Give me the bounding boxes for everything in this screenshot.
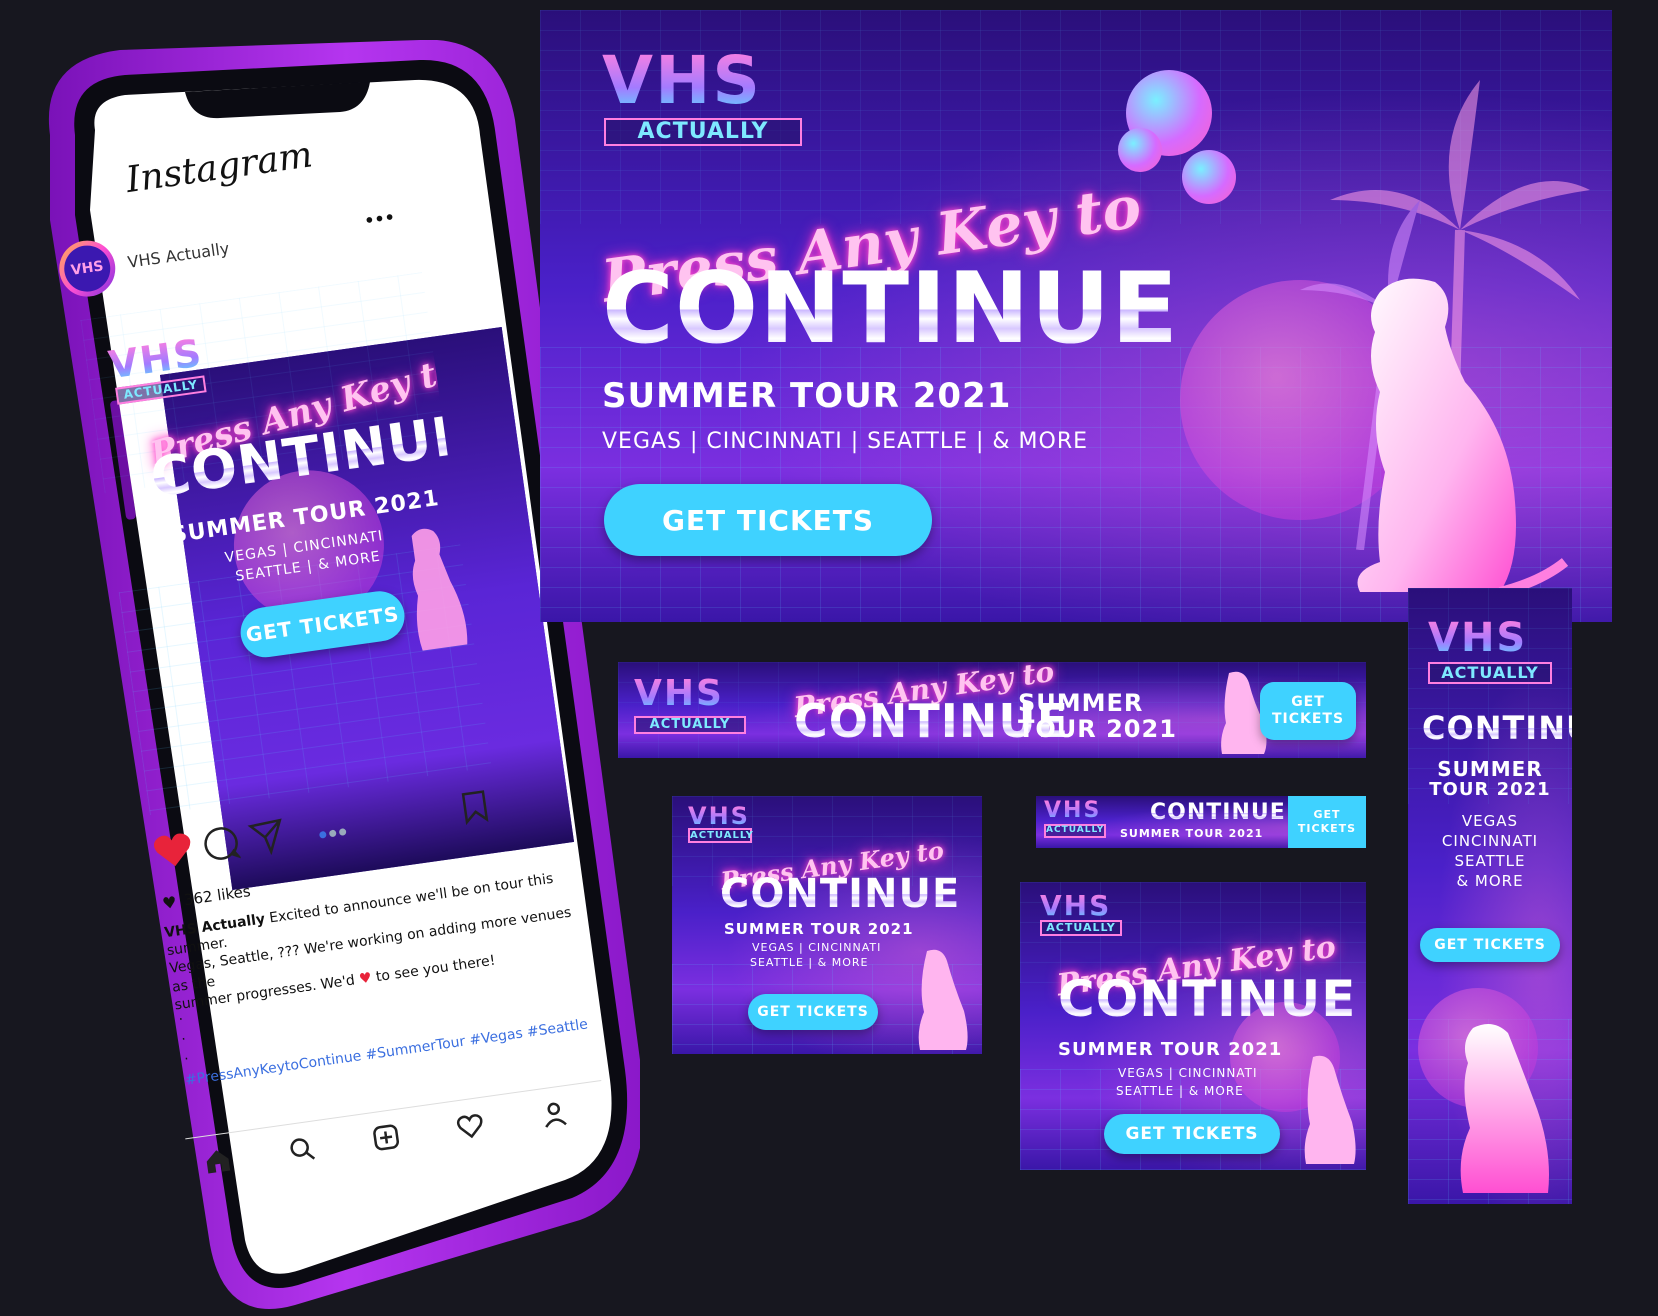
carousel-dot: [338, 828, 347, 836]
skyscraper-logo-vhs: VHS: [1428, 615, 1528, 661]
skyscraper-city-3: SEATTLE: [1454, 852, 1526, 870]
leaderboard-logo-vhs: VHS: [634, 673, 724, 714]
carousel-dot: [328, 829, 337, 838]
skyscraper-city-4: & MORE: [1456, 872, 1524, 890]
activity-icon[interactable]: [454, 1110, 486, 1142]
ad-skyscraper[interactable]: VHS ACTUALLY CONTINUE SUMMER TOUR 2021 V…: [1408, 588, 1572, 1204]
mrect-left-cities-line2: SEATTLE | & MORE: [750, 956, 869, 969]
avatar[interactable]: VHS: [55, 236, 119, 301]
ad-leaderboard[interactable]: VHS ACTUALLY Press Any Key to CONTINUE S…: [618, 662, 1366, 758]
leaderboard-tour-line1: SUMMER: [1018, 689, 1144, 717]
ad-small-banner[interactable]: VHS ACTUALLY CONTINUE SUMMER TOUR 2021 G…: [1036, 796, 1366, 848]
small-banner-logo-actually: ACTUALLY: [1044, 824, 1106, 838]
instagram-logo: Instagram: [123, 134, 316, 202]
share-icon[interactable]: [247, 817, 288, 858]
skyscraper-city-2: CINCINNATI: [1441, 832, 1539, 850]
add-icon[interactable]: [370, 1122, 402, 1154]
leaderboard-cta-line2: TICKETS: [1271, 711, 1345, 727]
mrect-left-logo-vhs: VHS: [688, 802, 750, 830]
account-name[interactable]: VHS Actually: [126, 239, 230, 272]
mrect-left-title: CONTINUE: [720, 871, 961, 917]
post-image[interactable]: VHS ACTUALLY Press Any Key to CONTINUE S…: [80, 272, 492, 816]
mrect-right-cities-line1: VEGAS | CINCINNATI: [1118, 1066, 1258, 1080]
caption-line4: to see you there!: [374, 952, 497, 985]
skyscraper-city-1: VEGAS: [1461, 812, 1519, 830]
marketing-mockup: Instagram VHS VHS Actually ••• VHS ACTUA…: [0, 0, 1658, 1316]
panther-image: [1357, 278, 1569, 597]
mrect-left-cta-button[interactable]: GET TICKETS: [748, 994, 878, 1030]
small-banner-cta-line1: GET: [1313, 807, 1341, 821]
title-continue: CONTINUE: [602, 252, 1180, 366]
cities-line: VEGAS | CINCINNATI | SEATTLE | & MORE: [602, 429, 1089, 454]
profile-icon[interactable]: [539, 1098, 571, 1130]
get-tickets-button[interactable]: GET TICKETS: [604, 484, 932, 556]
mrect-right-tour: SUMMER TOUR 2021: [1058, 1039, 1283, 1060]
mrect-right-logo-actually: ACTUALLY: [1040, 920, 1122, 937]
post-panther-image: [411, 528, 468, 651]
leaderboard-cta-button[interactable]: GET TICKETS: [1260, 682, 1356, 740]
small-banner-cta-line2: TICKETS: [1297, 822, 1357, 835]
skyscraper-cta-button[interactable]: GET TICKETS: [1420, 928, 1560, 962]
ad-medium-rectangle-left[interactable]: VHS ACTUALLY Press Any Key to CONTINUE S…: [672, 796, 982, 1054]
likes-count[interactable]: 362 likes: [183, 882, 252, 909]
caption-dot-2: .: [179, 1027, 187, 1044]
home-icon[interactable]: [202, 1145, 234, 1177]
skyscraper-panther-image: [1460, 1024, 1549, 1193]
mrect-right-title: CONTINUE: [1058, 970, 1357, 1028]
heart-icon[interactable]: [151, 830, 196, 871]
mrect-right-logo-vhs: VHS: [1040, 889, 1112, 922]
mrect-right-cities-line2: SEATTLE | & MORE: [1116, 1084, 1244, 1098]
orb-decoration: [1118, 128, 1162, 172]
mrect-right-cta-button[interactable]: GET TICKETS: [1104, 1114, 1280, 1154]
mrect-left-panther-image: [918, 949, 968, 1050]
search-icon[interactable]: [286, 1133, 318, 1165]
ad-medium-rectangle-right[interactable]: VHS ACTUALLY Press Any Key to CONTINUE S…: [1020, 882, 1366, 1170]
comment-icon[interactable]: [200, 823, 241, 864]
small-banner-tour: SUMMER TOUR 2021: [1120, 827, 1264, 840]
leaderboard-logo-actually: ACTUALLY: [634, 716, 746, 735]
carousel-dots: [318, 820, 347, 843]
small-banner-cta-button[interactable]: GET TICKETS: [1288, 796, 1366, 848]
hashtags[interactable]: #PressAnyKeytoContinue #SummerTour #Vega…: [184, 1016, 589, 1088]
bottom-nav: [185, 1079, 609, 1188]
mrect-right-panther-image: [1304, 1055, 1356, 1164]
skyscraper-logo-actually: ACTUALLY: [1428, 662, 1552, 684]
tour-headline: SUMMER TOUR 2021: [602, 376, 1012, 416]
mrect-left-tour: SUMMER TOUR 2021: [724, 920, 914, 938]
caption-dot-3: .: [182, 1047, 190, 1064]
heart-small-icon: ♥: [161, 892, 178, 914]
small-banner-logo-vhs: VHS: [1044, 798, 1102, 823]
skyscraper-tour-line1: SUMMER: [1437, 757, 1543, 781]
logo-actually: ACTUALLY: [604, 118, 802, 147]
small-banner-title: CONTINUE: [1150, 800, 1286, 825]
mrect-left-cities-line1: VEGAS | CINCINNATI: [752, 941, 882, 954]
mrect-left-logo-actually: ACTUALLY: [688, 828, 754, 843]
orb-decoration: [1182, 150, 1236, 204]
bookmark-icon[interactable]: [460, 788, 490, 826]
avatar-logo: VHS: [61, 242, 114, 295]
heart-emoji-icon: ♥: [358, 969, 373, 988]
skyscraper-title: CONTINUE: [1422, 712, 1572, 744]
ad-landscape-large[interactable]: VHS ACTUALLY Press Any Key to CONTINUE S…: [540, 10, 1612, 622]
leaderboard-cta-line1: GET: [1291, 694, 1325, 711]
leaderboard-tour-line2: TOUR 2021: [1018, 715, 1177, 743]
carousel-dot: [318, 830, 327, 839]
logo-vhs: VHS: [602, 42, 762, 119]
more-options-icon[interactable]: •••: [363, 207, 396, 230]
skyscraper-tour-line2: TOUR 2021: [1429, 779, 1551, 800]
